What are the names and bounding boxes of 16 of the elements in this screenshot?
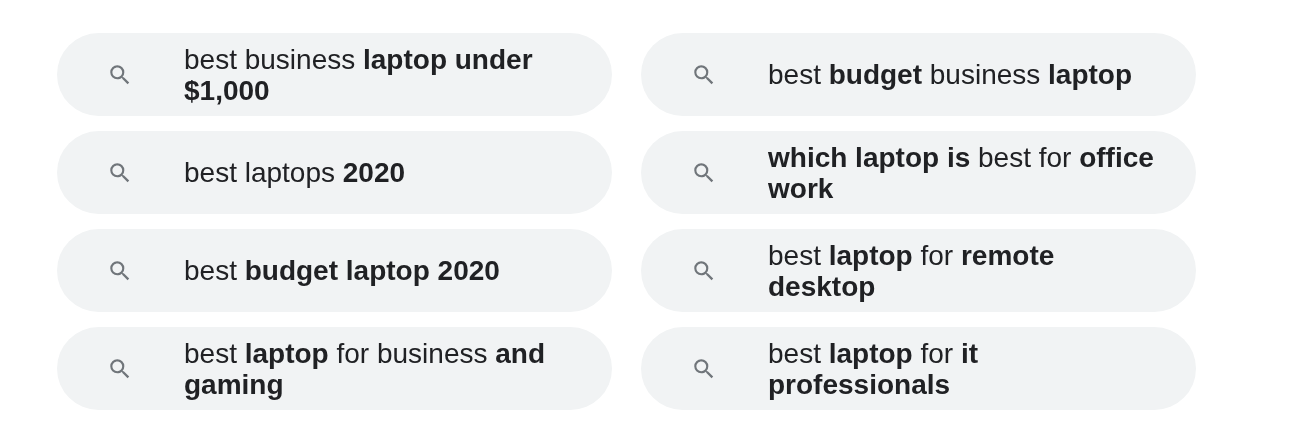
suggestion-text: best laptop for business and gaming bbox=[184, 337, 546, 400]
search-suggestion[interactable]: best business laptop under $1,000 bbox=[57, 33, 612, 116]
search-suggestion[interactable]: best laptop for business and gaming bbox=[57, 327, 612, 410]
suggestion-text: best budget laptop 2020 bbox=[184, 255, 500, 286]
search-suggestion[interactable]: best laptop for remote desktop bbox=[641, 229, 1196, 312]
suggestion-text: which laptop is best for office work bbox=[768, 141, 1155, 204]
suggestion-text: best budget business laptop bbox=[768, 59, 1133, 90]
suggestion-text: best laptop for remote desktop bbox=[768, 239, 1056, 302]
search-suggestion[interactable]: best budget business laptop bbox=[641, 33, 1196, 116]
suggestion-text: best business laptop under $1,000 bbox=[184, 43, 534, 106]
search-suggestion[interactable]: best laptop for it professionals bbox=[641, 327, 1196, 410]
suggestion-text: best laptops 2020 bbox=[184, 157, 406, 188]
search-suggestion[interactable]: best budget laptop 2020 bbox=[57, 229, 612, 312]
search-suggestion[interactable]: which laptop is best for office work bbox=[641, 131, 1196, 214]
suggestion-text: best laptop for it professionals bbox=[768, 337, 980, 400]
search-suggestion[interactable]: best laptops 2020 bbox=[57, 131, 612, 214]
